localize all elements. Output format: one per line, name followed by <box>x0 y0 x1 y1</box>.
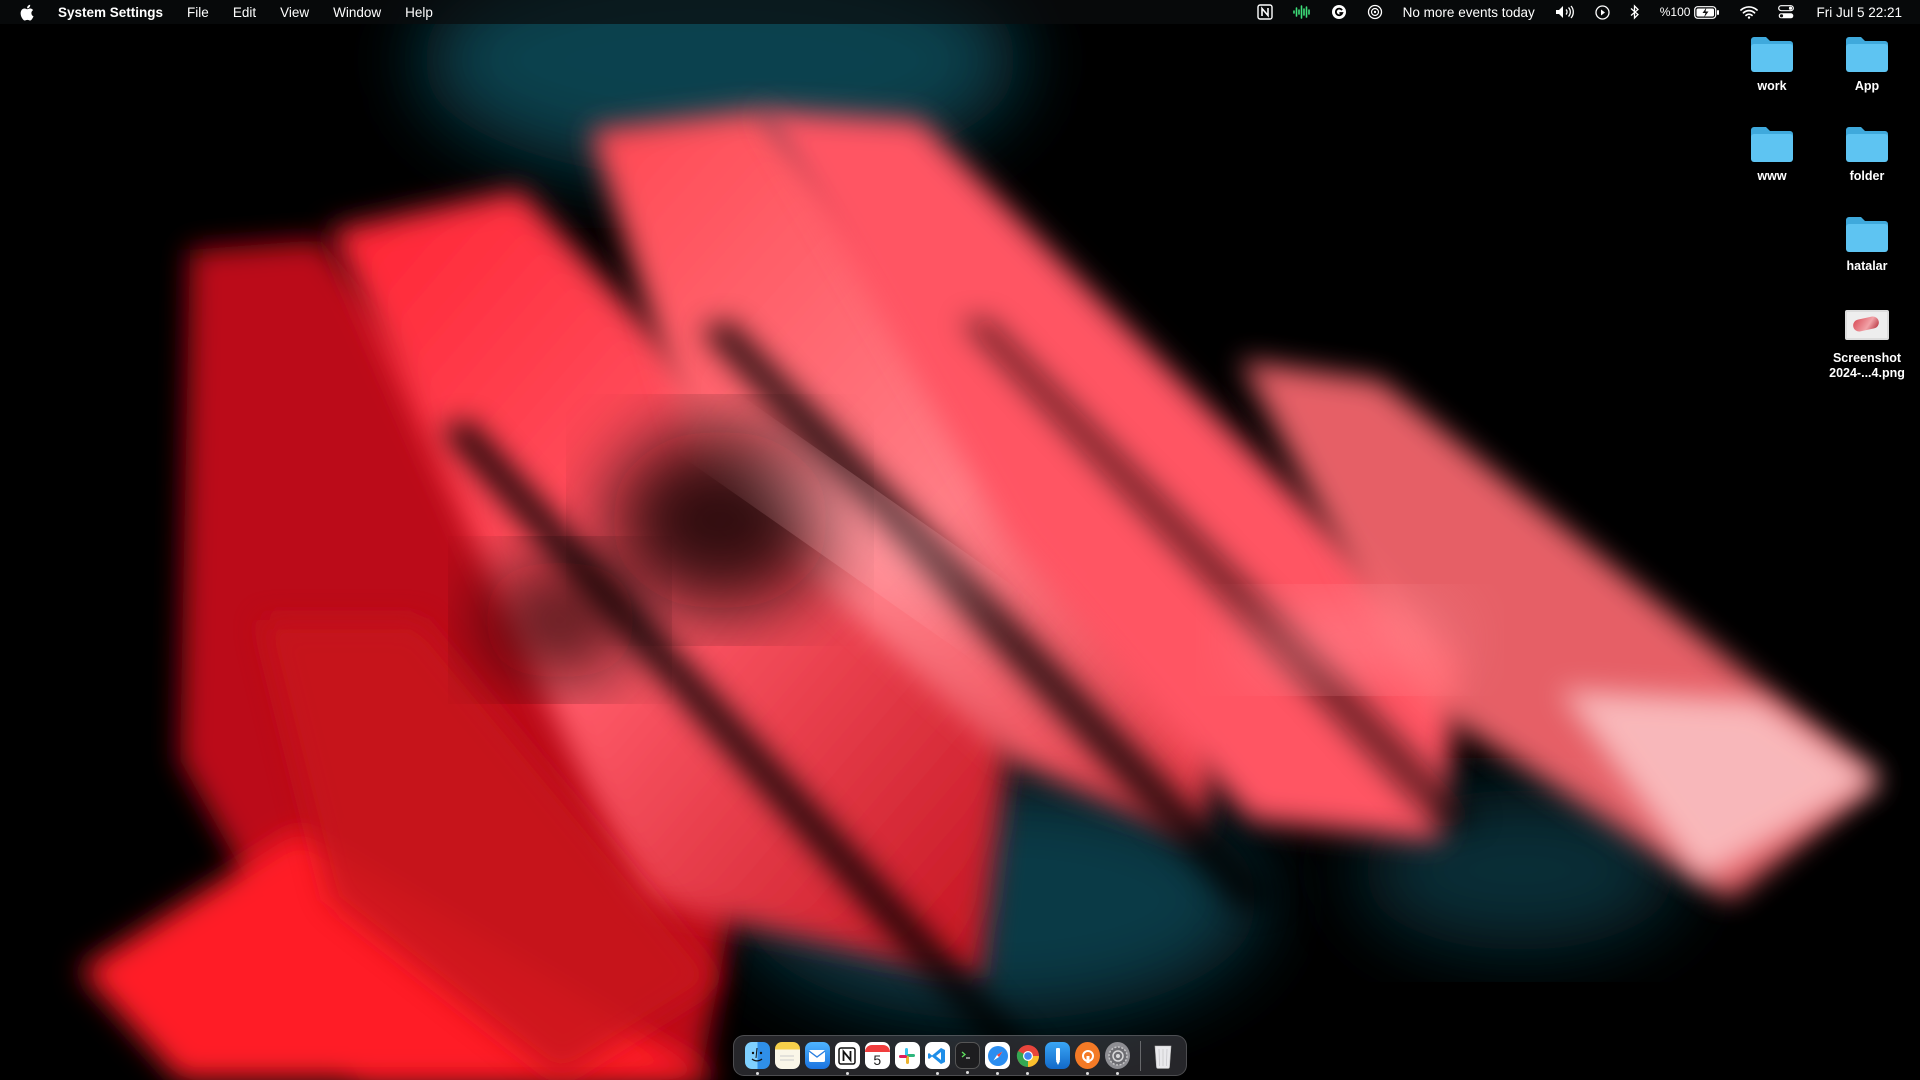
dock-vscode[interactable] <box>924 1042 950 1075</box>
menu-clock[interactable]: Fri Jul 5 22:21 <box>1804 0 1906 24</box>
menu-file[interactable]: File <box>175 0 221 24</box>
app-name-menu[interactable]: System Settings <box>52 0 175 24</box>
bluetooth-icon[interactable] <box>1620 0 1650 24</box>
image-thumbnail-icon <box>1845 310 1889 340</box>
control-center-icon[interactable] <box>1768 0 1804 24</box>
battery-icon <box>1694 5 1720 19</box>
battery-status[interactable]: %100 <box>1650 0 1731 24</box>
chrome-icon <box>1016 1044 1039 1067</box>
dock-safari[interactable] <box>985 1042 1011 1075</box>
menu-help[interactable]: Help <box>393 0 445 24</box>
running-indicator <box>996 1072 1000 1075</box>
volume-icon[interactable] <box>1545 0 1585 24</box>
dock-trash[interactable] <box>1150 1042 1175 1069</box>
desktop-item-label: hatalar <box>1846 259 1888 273</box>
dock-finder[interactable] <box>744 1042 770 1075</box>
desktop-wallpaper <box>0 0 1920 1080</box>
desktop-folder-folder[interactable]: folder <box>1819 124 1915 184</box>
notion-icon <box>838 1046 856 1065</box>
menu-view[interactable]: View <box>268 0 321 24</box>
folder-icon <box>1846 217 1888 252</box>
menu-window[interactable]: Window <box>321 0 393 24</box>
dock-orange-app[interactable] <box>1075 1042 1101 1075</box>
calendar-header <box>864 1044 890 1052</box>
dock-notes[interactable] <box>774 1042 800 1069</box>
wifi-icon[interactable] <box>1730 0 1768 24</box>
running-indicator <box>755 1072 759 1075</box>
dock-terminal[interactable] <box>954 1042 981 1074</box>
running-indicator <box>966 1071 970 1074</box>
desktop-folder-hatalar[interactable]: hatalar <box>1819 214 1915 274</box>
desktop-item-label: work <box>1757 79 1787 93</box>
play-icon[interactable] <box>1585 0 1620 24</box>
mail-icon <box>808 1049 826 1062</box>
orange-app-icon <box>1081 1049 1094 1063</box>
finder-icon <box>751 1047 763 1061</box>
apple-menu-icon[interactable] <box>19 3 35 21</box>
folder-icon <box>1846 37 1888 72</box>
desktop-item-label: folder <box>1849 169 1885 183</box>
dock: 5 <box>733 1035 1187 1076</box>
folder-icon <box>1751 37 1793 72</box>
calendar-day-number: 5 <box>873 1051 882 1068</box>
desktop-item-label: www <box>1757 169 1787 183</box>
folder-icon <box>1846 127 1888 162</box>
desktop-folder-www[interactable]: www <box>1724 124 1820 184</box>
trash-icon <box>1154 1045 1172 1069</box>
dock-notion[interactable] <box>834 1042 860 1075</box>
notes-icon <box>780 1055 795 1060</box>
menu-bar: System Settings File Edit View Window He… <box>0 0 1920 24</box>
tool-icon <box>1055 1047 1060 1065</box>
dock-calendar[interactable]: 5 <box>864 1042 890 1069</box>
running-indicator <box>1086 1072 1090 1075</box>
dock-mail[interactable] <box>804 1042 830 1069</box>
safari-icon <box>987 1045 1008 1066</box>
desktop-folder-work[interactable]: work <box>1724 34 1820 94</box>
desktop-item-label: Screenshot 2024-...4.png <box>1829 351 1905 380</box>
running-indicator <box>935 1072 939 1075</box>
running-indicator <box>1026 1072 1030 1075</box>
notion-icon[interactable] <box>1247 0 1283 24</box>
battery-percent: %100 <box>1659 5 1691 19</box>
folder-icon <box>1751 127 1793 162</box>
terminal-icon <box>961 1051 970 1059</box>
dock-system-settings[interactable] <box>1105 1042 1131 1075</box>
grammarly-icon[interactable] <box>1321 0 1357 24</box>
audio-waveform-icon[interactable] <box>1283 0 1321 24</box>
dock-slack[interactable] <box>894 1042 920 1069</box>
menu-edit[interactable]: Edit <box>221 0 268 24</box>
calendar-status-text[interactable]: No more events today <box>1393 0 1545 24</box>
slack-icon <box>899 1047 916 1064</box>
running-indicator <box>1116 1072 1120 1075</box>
desktop-file-screenshot[interactable]: Screenshot 2024-...4.png <box>1819 302 1915 381</box>
vscode-icon <box>928 1047 946 1064</box>
desktop-folder-app[interactable]: App <box>1819 34 1915 94</box>
dock-tool[interactable] <box>1045 1042 1071 1069</box>
gear-icon <box>1108 1045 1128 1066</box>
focus-icon[interactable] <box>1357 0 1393 24</box>
dock-chrome[interactable] <box>1015 1042 1040 1075</box>
running-indicator <box>845 1072 849 1075</box>
desktop-item-label: App <box>1854 79 1880 93</box>
dock-separator <box>1139 1040 1141 1071</box>
